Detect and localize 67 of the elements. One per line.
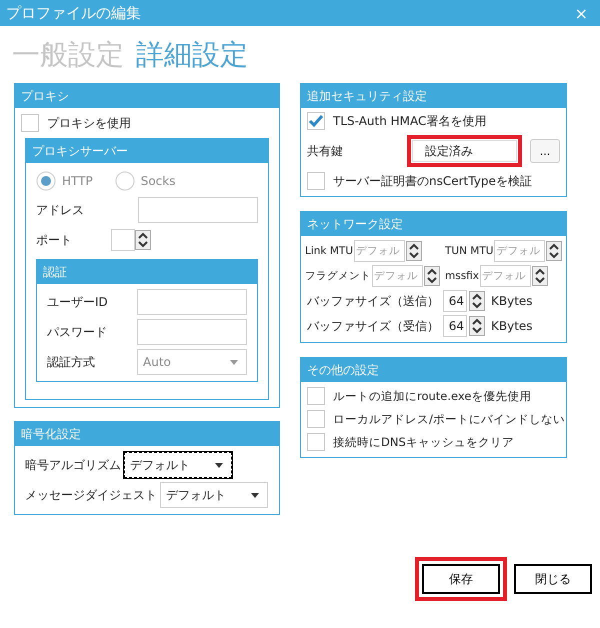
address-label: アドレス [36,202,84,218]
auth-method-label: 認証方式 [47,354,95,370]
dialog-button[interactable]: 保存 [422,564,500,594]
checkbox[interactable] [307,387,325,405]
checkbox[interactable] [307,172,325,190]
shared-key-field[interactable]: 設定済み [412,140,517,162]
radio-button[interactable] [36,171,56,191]
spinner-icon[interactable] [469,291,485,311]
checkbox-label: TLS-Auth HMAC署名を使用 [333,112,486,130]
field-label: Link MTU [305,245,353,257]
checkbox[interactable] [307,112,325,130]
address-field[interactable] [138,197,258,223]
field-label: バッファサイズ（受信） [307,318,440,334]
password-field[interactable] [137,319,247,345]
caret-icon [230,360,238,364]
panel-title: その他の設定 [301,358,566,382]
spinner-icon[interactable] [469,316,485,336]
panel-title: 追加セキュリティ設定 [301,84,566,108]
unit-label: KBytes [491,319,533,333]
field-label: mssfix [445,270,479,282]
auth-method-dropdown[interactable]: Auto [137,349,247,375]
field-label: フラグメント [305,269,371,283]
spinner-icon[interactable] [424,266,440,286]
panel-title: プロキシサーバー [26,139,268,163]
checkbox[interactable] [307,410,325,428]
user-id-field[interactable] [137,289,247,315]
dialog-button[interactable]: 閉じる [514,564,592,594]
caret-icon [251,492,259,498]
dropdown[interactable]: デフォルト [160,482,268,508]
panel-title: ネットワーク設定 [301,212,566,236]
browse-button[interactable]: ... [530,139,560,163]
spinner-icon[interactable] [546,241,562,261]
panel-title: 認証 [37,260,257,284]
radio-label: Socks [140,174,176,188]
number-field[interactable]: デフォル [494,240,546,262]
number-field[interactable]: デフォル [354,240,405,262]
number-field[interactable]: デフォル [372,265,423,287]
checkbox-label: サーバー証明書のnsCertTypeを検証 [333,172,532,190]
port-label: ポート [36,232,73,248]
radio-label: HTTP [62,174,93,188]
unit-label: KBytes [491,294,533,308]
window-title: プロファイルの編集 [6,4,141,22]
password-label: パスワード [47,324,107,340]
number-field[interactable]: 64 [443,290,467,312]
checkbox-label: 接続時にDNSキャッシュをクリア [333,434,514,450]
panel-title: プロキシ [15,84,279,108]
checkbox-label: ローカルアドレス/ポートにバインドしない [333,412,565,426]
dropdown[interactable]: デフォルト [124,452,232,478]
field-label: 暗号アルゴリズム [25,456,121,474]
caret-icon [215,462,223,468]
number-field[interactable]: デフォル [480,265,531,287]
shared-key-label: 共有鍵 [307,142,344,160]
checkbox-label: プロキシを使用 [47,114,131,132]
panel-title: 暗号化設定 [15,422,279,446]
field-label: バッファサイズ（送信） [307,292,440,310]
spinner-icon[interactable] [135,229,151,251]
number-field[interactable]: 64 [443,315,467,337]
field-label: メッセージダイジェスト [25,486,157,504]
spinner-icon[interactable] [406,241,422,261]
radio-button[interactable] [114,171,135,191]
checkbox-label: ルートの追加にroute.exeを優先使用 [333,388,532,404]
checkbox[interactable] [21,114,39,132]
user-id-label: ユーザーID [47,294,108,310]
checkbox[interactable] [307,433,325,451]
port-field[interactable] [111,229,135,251]
field-label: TUN MTU [445,245,494,257]
spinner-icon[interactable] [532,266,548,286]
